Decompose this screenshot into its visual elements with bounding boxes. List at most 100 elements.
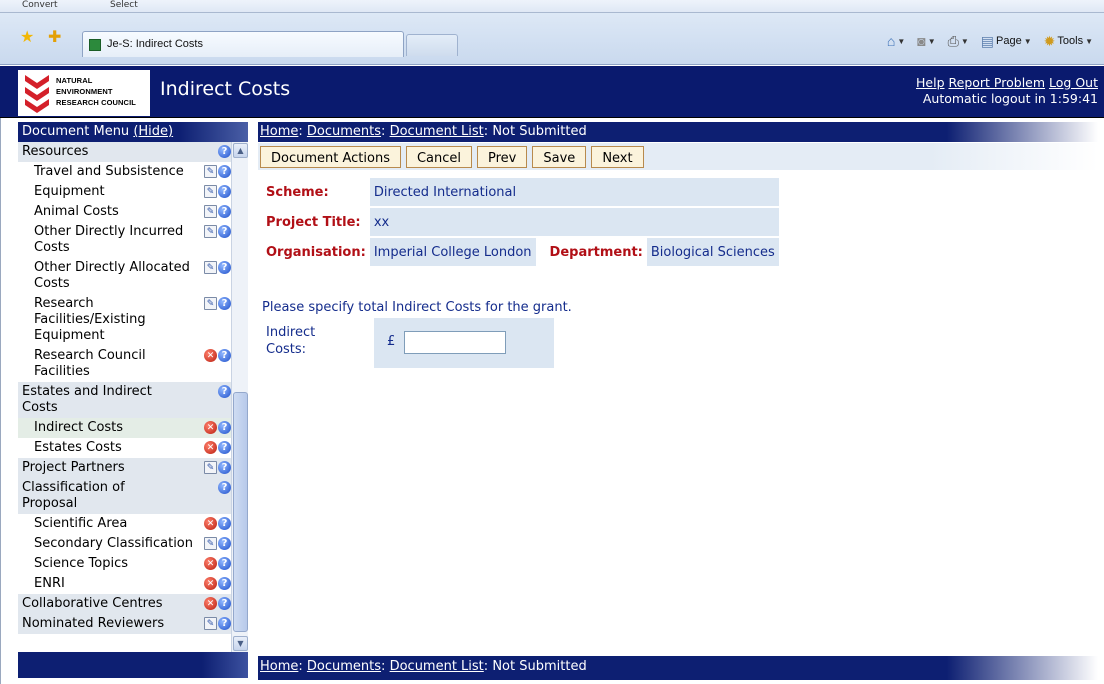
help-icon[interactable]: ? <box>218 205 231 218</box>
tools-menu-button[interactable]: ✹ Tools ▼ <box>1041 33 1096 50</box>
sidebar-item[interactable]: Research Council Facilities ✕? <box>18 346 231 382</box>
indirect-costs-prompt: Please specify total Indirect Costs for … <box>262 300 572 315</box>
sidebar-item[interactable]: Animal Costs ✎? <box>18 202 231 222</box>
help-icon[interactable]: ? <box>218 225 231 238</box>
favorites-star-icon[interactable]: ★ <box>20 29 34 45</box>
prev-button[interactable]: Prev <box>477 146 528 168</box>
indirect-costs-input[interactable] <box>404 331 506 354</box>
edit-icon: ✎ <box>204 185 217 198</box>
scroll-up-button[interactable]: ▲ <box>233 143 248 158</box>
rss-feed-icon: ◙ <box>917 33 926 49</box>
help-icon[interactable]: ? <box>218 577 231 590</box>
help-icon[interactable]: ? <box>218 517 231 530</box>
sidebar-item[interactable]: Estates Costs ✕? <box>18 438 231 458</box>
header-links: Help Report Problem Log Out Automatic logo… <box>912 75 1098 107</box>
project-title-row: Project Title: xx <box>262 208 779 236</box>
nerc-logo: NATURAL ENVIRONMENT RESEARCH COUNCIL <box>18 70 150 116</box>
breadcrumb-home[interactable]: Home <box>260 659 298 674</box>
error-icon: ✕ <box>204 441 217 454</box>
edit-icon: ✎ <box>204 261 217 274</box>
print-button[interactable]: ⎙ ▼ <box>945 33 972 50</box>
breadcrumb-status: Not Submitted <box>492 659 587 674</box>
help-icon[interactable]: ? <box>218 261 231 274</box>
sidebar-item[interactable]: Research Facilities/Existing Equipment ✎? <box>18 294 231 346</box>
breadcrumb-documents[interactable]: Documents <box>307 659 381 674</box>
hide-menu-link[interactable]: (Hide) <box>133 124 173 139</box>
sidebar-section[interactable]: Resources? <box>18 142 231 162</box>
help-icon[interactable]: ? <box>218 165 231 178</box>
select-menu[interactable]: Select <box>110 0 138 10</box>
action-toolbar: Document Actions Cancel Prev Save Next <box>258 143 1098 170</box>
error-icon: ✕ <box>204 577 217 590</box>
help-icon[interactable]: ? <box>218 557 231 570</box>
sidebar-item[interactable]: Other Directly Allocated Costs ✎? <box>18 258 231 294</box>
breadcrumb-document-list[interactable]: Document List <box>390 124 484 139</box>
organisation-label: Organisation: <box>266 244 366 260</box>
sidebar-item[interactable]: Scientific Area ✕? <box>18 514 231 534</box>
breadcrumb: Home: Documents: Document List: Not Subm… <box>258 122 1098 142</box>
sidebar-section[interactable]: Classification of Proposal? <box>18 478 231 514</box>
edit-icon: ✎ <box>204 537 217 550</box>
help-icon[interactable]: ? <box>218 481 231 494</box>
sidebar-item[interactable]: ENRI ✕? <box>18 574 231 594</box>
sidebar-item[interactable]: Equipment ✎? <box>18 182 231 202</box>
scroll-down-button[interactable]: ▼ <box>233 636 248 651</box>
help-icon[interactable]: ? <box>218 385 231 398</box>
help-icon[interactable]: ? <box>218 461 231 474</box>
help-link[interactable]: Help <box>916 75 945 90</box>
sidebar-section[interactable]: Nominated Reviewers ✎? <box>18 614 231 634</box>
sidebar-section[interactable]: Project Partners ✎? <box>18 458 231 478</box>
home-button[interactable]: ⌂ ▼ <box>884 33 908 49</box>
save-button[interactable]: Save <box>532 146 587 168</box>
sidebar-item[interactable]: Other Directly Incurred Costs ✎? <box>18 222 231 258</box>
page-menu-button[interactable]: ▤ Page ▼ <box>978 33 1035 50</box>
sidebar-item-status-icons: ✕? <box>204 517 231 530</box>
convert-menu[interactable]: Convert <box>22 0 58 10</box>
sidebar-item-label: Animal Costs <box>34 204 119 219</box>
sidebar-item-label: Classification of Proposal <box>22 480 125 511</box>
help-icon[interactable]: ? <box>218 421 231 434</box>
help-icon[interactable]: ? <box>218 597 231 610</box>
page-title: Indirect Costs <box>160 78 291 100</box>
sidebar-item[interactable]: Travel and Subsistence ✎? <box>18 162 231 182</box>
cancel-button[interactable]: Cancel <box>405 146 473 168</box>
error-icon: ✕ <box>204 597 217 610</box>
sidebar-item[interactable]: Indirect Costs ✕? <box>18 418 231 438</box>
sidebar-item-status-icons: ? <box>218 145 231 158</box>
document-actions-button[interactable]: Document Actions <box>260 146 401 168</box>
sidebar-item[interactable]: Science Topics ✕? <box>18 554 231 574</box>
scroll-thumb[interactable] <box>233 392 248 632</box>
browser-tab-active[interactable]: Je-S: Indirect Costs <box>82 31 404 57</box>
help-icon[interactable]: ? <box>218 441 231 454</box>
help-icon[interactable]: ? <box>218 145 231 158</box>
logo-line-1: NATURAL <box>56 76 93 85</box>
breadcrumb-home[interactable]: Home <box>260 124 298 139</box>
breadcrumb-bottom: Home: Documents: Document List: Not Subm… <box>258 656 1098 680</box>
help-icon[interactable]: ? <box>218 297 231 310</box>
log-out-link[interactable]: Log Out <box>1049 75 1098 90</box>
next-button[interactable]: Next <box>591 146 644 168</box>
feeds-button[interactable]: ◙ ▼ <box>914 33 938 49</box>
help-icon[interactable]: ? <box>218 349 231 362</box>
sidebar-section[interactable]: Estates and Indirect Costs? <box>18 382 231 418</box>
sidebar-section[interactable]: Collaborative Centres ✕? <box>18 594 231 614</box>
add-favorites-icon[interactable]: ✚ <box>48 29 61 45</box>
chevron-down-icon: ▼ <box>1085 36 1093 46</box>
help-icon[interactable]: ? <box>218 617 231 630</box>
breadcrumb-documents[interactable]: Documents <box>307 124 381 139</box>
sidebar-footer <box>18 652 248 678</box>
breadcrumb-document-list[interactable]: Document List <box>390 659 484 674</box>
document-menu-title: Document Menu <box>22 124 130 139</box>
currency-symbol: £ <box>387 334 396 349</box>
document-menu-header: Document Menu (Hide) <box>18 122 248 142</box>
help-icon[interactable]: ? <box>218 537 231 550</box>
help-icon[interactable]: ? <box>218 185 231 198</box>
sidebar-scrollbar[interactable]: ▲ ▼ <box>231 142 248 652</box>
new-tab-button[interactable] <box>406 34 458 56</box>
edit-icon: ✎ <box>204 297 217 310</box>
sidebar-item-label: Travel and Subsistence <box>34 164 184 179</box>
report-problem-link[interactable]: Report Problem <box>949 75 1046 90</box>
sidebar-item[interactable]: Secondary Classification ✎? <box>18 534 231 554</box>
sidebar-item-label: Equipment <box>34 184 105 199</box>
sidebar-item-label: Research Facilities/Existing Equipment <box>34 296 146 343</box>
